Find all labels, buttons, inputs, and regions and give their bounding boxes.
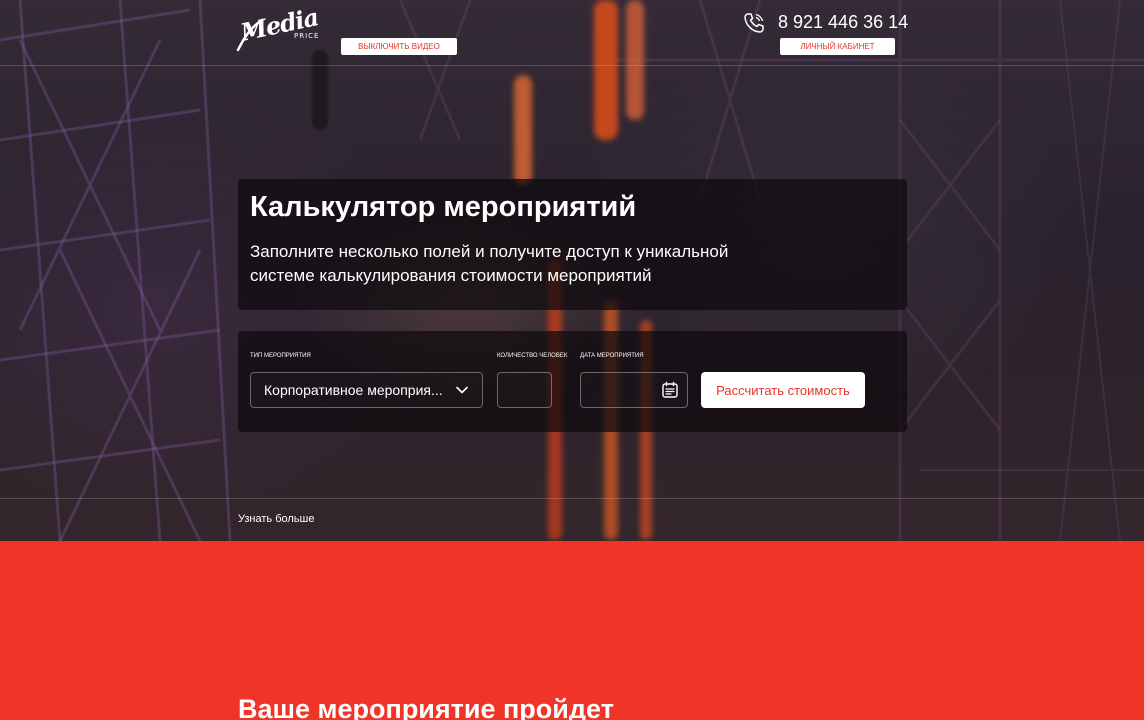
intro-description: Заполните несколько полей и получите дос…	[250, 242, 729, 285]
phone-icon	[744, 13, 764, 33]
page-title: Калькулятор мероприятий	[250, 191, 637, 223]
toggle-video-button[interactable]: ВЫКЛЮЧИТЬ ВИДЕО	[341, 38, 457, 55]
event-type-select[interactable]: Корпоративное мероприя...	[250, 372, 483, 408]
section-heading: Ваше мероприятие пройдет	[238, 694, 614, 720]
calculator-form: ТИП МЕРОПРИЯТИЯ КОЛИЧЕСТВО ЧЕЛОВЕК ДАТА …	[238, 331, 907, 432]
hero-divider	[0, 498, 1144, 499]
personal-account-button[interactable]: ЛИЧНЫЙ КАБИНЕТ	[780, 38, 895, 55]
calendar-icon[interactable]	[661, 381, 679, 399]
learn-more-link[interactable]: Узнать больше	[238, 513, 314, 525]
guest-count-input[interactable]	[497, 372, 552, 408]
intro-card: Калькулятор мероприятий Заполните нескол…	[238, 179, 907, 310]
site-header: Media PRICE ВЫКЛЮЧИТЬ ВИДЕО 8 921 446 36…	[0, 0, 1144, 66]
event-info-section: Ваше мероприятие пройдет	[0, 541, 1144, 720]
phone-number[interactable]: 8 921 446 36 14	[778, 12, 908, 33]
logo-text: Media	[237, 2, 321, 47]
event-type-label: ТИП МЕРОПРИЯТИЯ	[250, 353, 311, 359]
event-date-input[interactable]	[580, 372, 688, 408]
calculate-cost-button[interactable]: Рассчитать стоимость	[701, 372, 865, 408]
event-type-value: Корпоративное мероприя...	[264, 382, 443, 398]
event-date-label: ДАТА МЕРОПРИЯТИЯ	[580, 353, 644, 359]
chevron-down-icon	[456, 386, 468, 394]
guest-count-label: КОЛИЧЕСТВО ЧЕЛОВЕК	[497, 353, 568, 359]
logo-subtext: PRICE	[294, 32, 320, 40]
logo[interactable]: Media PRICE	[236, 2, 322, 52]
